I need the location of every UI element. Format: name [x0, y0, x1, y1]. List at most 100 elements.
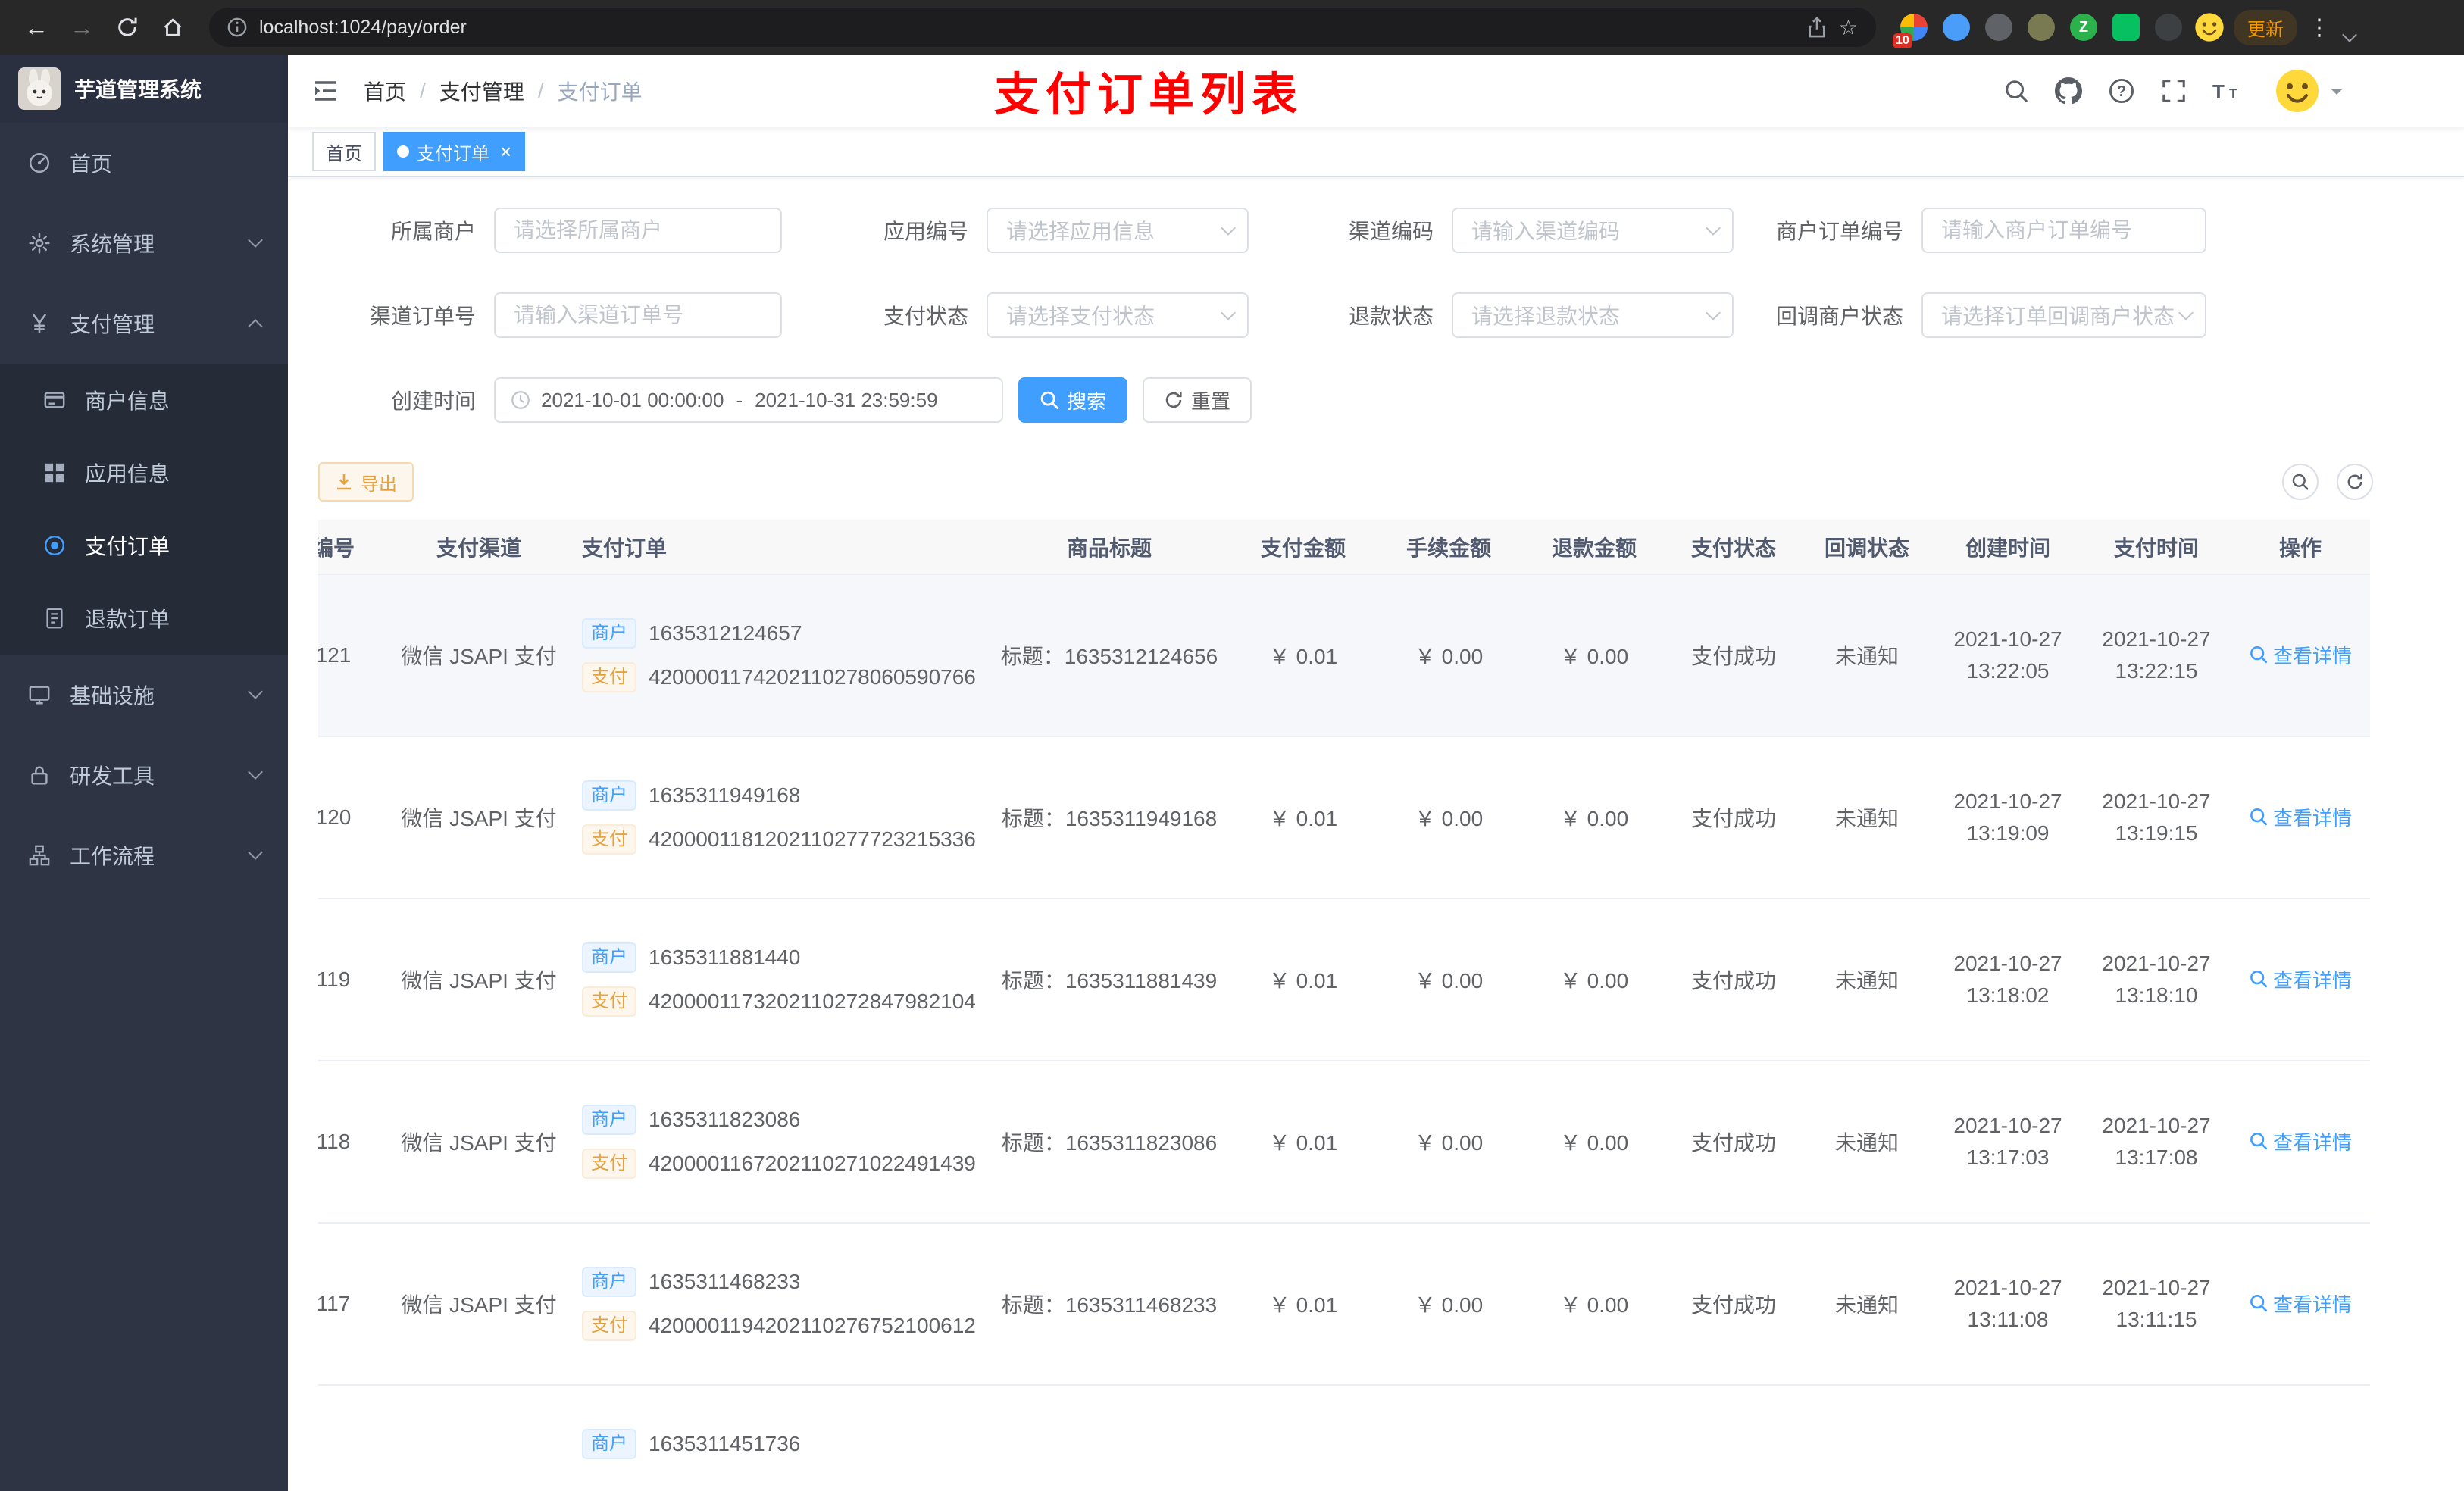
merchant-tag: 商户 [582, 942, 636, 973]
browser-menu-icon[interactable]: ⋮ [2300, 14, 2338, 41]
sidebar-item-merchant-info[interactable]: 商户信息 [0, 364, 288, 436]
column-header: 退款金额 [1521, 520, 1667, 575]
sidebar-item-app-info[interactable]: 应用信息 [0, 436, 288, 509]
chevron-down-icon [1221, 305, 1236, 320]
user-avatar[interactable] [2275, 68, 2343, 114]
browser-profile-avatar[interactable] [2194, 12, 2225, 42]
cell-create-time: 2021-10-27 13:11:08 [1934, 1223, 2082, 1386]
tab-pay-order[interactable]: 支付订单 × [383, 132, 526, 171]
share-icon[interactable] [1807, 17, 1827, 38]
browser-home-icon[interactable] [152, 8, 194, 47]
ext-green-z-icon[interactable]: Z [2070, 14, 2097, 41]
cell-actions: 查看详情 [2231, 899, 2370, 1061]
view-details-link[interactable]: 查看详情 [2249, 803, 2352, 831]
merchant-input[interactable] [494, 208, 782, 253]
toggle-search-button[interactable] [2282, 464, 2319, 500]
browser-back-icon[interactable]: ← [15, 8, 58, 47]
order-number: 4200001173202110272847982104 [649, 989, 976, 1013]
sidebar-item-label: 退款订单 [85, 608, 170, 631]
chevron-down-icon[interactable] [2342, 27, 2357, 42]
ext-olive-icon[interactable] [2028, 14, 2055, 41]
table-row: 119 微信 JSAPI 支付 商户 1635311881440 支付 420000117… [318, 899, 2370, 1061]
help-icon[interactable]: ? [2108, 77, 2135, 105]
merchant-order-no-input[interactable] [1921, 208, 2206, 253]
app-id-select[interactable]: 请选择应用信息 [987, 208, 1249, 253]
orders-table: 编号支付渠道支付订单商品标题支付金额手续金额退款金额支付状态回调状态创建时间支付… [318, 520, 2370, 1491]
refresh-button[interactable] [2337, 464, 2373, 500]
pay-tag: 支付 [582, 824, 636, 855]
ext-chat-icon[interactable] [2112, 14, 2140, 41]
view-details-link[interactable]: 查看详情 [2249, 641, 2352, 669]
sidebar-item-home[interactable]: 首页 [0, 123, 288, 203]
breadcrumb-item[interactable]: 支付管理 [439, 76, 524, 106]
sidebar-item-pay-order[interactable]: 支付订单 [0, 509, 288, 582]
sidebar-item-payment-management[interactable]: 支付管理 [0, 283, 288, 364]
address-bar[interactable]: localhost:1024/pay/order ☆ [209, 8, 1876, 47]
order-number: 1635311468233 [649, 1270, 801, 1293]
search-button[interactable]: 搜索 [1018, 377, 1128, 423]
breadcrumb-item[interactable]: 首页 [364, 76, 406, 106]
app-logo[interactable]: 芋道管理系统 [0, 55, 288, 123]
reset-button[interactable]: 重置 [1143, 377, 1252, 423]
filter-refund-status: 退款状态 请选择退款状态 [1249, 292, 1734, 338]
sidebar-item-workflow[interactable]: 工作流程 [0, 815, 288, 896]
filter-label: 退款状态 [1348, 305, 1434, 328]
tab-label: 支付订单 [417, 143, 489, 164]
view-details-link[interactable]: 查看详情 [2249, 1289, 2352, 1318]
github-icon[interactable] [2055, 77, 2082, 105]
bookmark-star-icon[interactable]: ☆ [1839, 15, 1858, 40]
channel-order-no-input[interactable] [494, 292, 782, 338]
notify-status-select[interactable]: 请选择订单回调商户状态 [1921, 292, 2206, 338]
refund-doc-icon [42, 606, 67, 630]
extensions-grid-icon[interactable]: 10 [1893, 14, 1928, 48]
filter-row-2: 渠道订单号 支付状态 请选择支付状态 退款状态 请选择退款状态 [318, 292, 2373, 338]
cell-fee-amount: ￥ 0.00 [1376, 1223, 1521, 1386]
browser-reload-icon[interactable] [106, 8, 149, 47]
filter-label: 应用编号 [883, 220, 968, 243]
cell-refund-amount: ￥ 0.00 [1521, 1223, 1667, 1386]
ext-dark-icon[interactable] [1985, 14, 2012, 41]
search-icon[interactable] [2003, 78, 2029, 104]
sidebar-item-system-management[interactable]: 系统管理 [0, 203, 288, 283]
refund-status-select[interactable]: 请选择退款状态 [1452, 292, 1734, 338]
cell-id: 118 [318, 1061, 388, 1224]
cell-refund-amount [1521, 1385, 1667, 1491]
browser-forward-icon[interactable]: → [61, 8, 103, 47]
clock-icon [511, 390, 530, 410]
sidebar-item-dev-tools[interactable]: 研发工具 [0, 735, 288, 815]
date-end: 2021-10-31 23:59:59 [755, 388, 938, 411]
sidebar-item-label: 商户信息 [85, 389, 170, 413]
channel-code-select[interactable]: 请输入渠道编码 [1452, 208, 1734, 253]
tab-home[interactable]: 首页 [312, 132, 376, 171]
cell-notify-status: 未通知 [1800, 574, 1934, 737]
url-text[interactable]: localhost:1024/pay/order [259, 17, 1795, 39]
cell-notify-status [1800, 1385, 1934, 1491]
merchant-card-icon [42, 388, 67, 412]
orders-table-wrap: 编号支付渠道支付订单商品标题支付金额手续金额退款金额支付状态回调状态创建时间支付… [318, 520, 2373, 1491]
filter-channel-code: 渠道编码 请输入渠道编码 [1249, 208, 1734, 253]
view-details-link[interactable]: 查看详情 [2249, 1127, 2352, 1155]
ext-blue-icon[interactable] [1943, 14, 1970, 41]
table-row: 120 微信 JSAPI 支付 商户 1635311949168 支付 420000118… [318, 736, 2370, 899]
pay-status-select[interactable]: 请选择支付状态 [987, 292, 1249, 338]
filter-row-1: 所属商户 应用编号 请选择应用信息 渠道编码 请输入渠道编码 [318, 208, 2373, 253]
view-details-link[interactable]: 查看详情 [2249, 965, 2352, 993]
sidebar-item-refund-order[interactable]: 退款订单 [0, 582, 288, 655]
hamburger-icon[interactable] [288, 55, 364, 127]
cell-pay-status: 支付成功 [1667, 1061, 1800, 1224]
merchant-tag: 商户 [582, 618, 636, 649]
browser-chrome: ← → localhost:1024/pay/order ☆ 10 Z 更新 ⋮ [0, 0, 2464, 55]
table-header-row: 编号支付渠道支付订单商品标题支付金额手续金额退款金额支付状态回调状态创建时间支付… [318, 520, 2370, 575]
export-button[interactable]: 导出 [318, 462, 414, 502]
cell-fee-amount: ￥ 0.00 [1376, 899, 1521, 1061]
fullscreen-icon[interactable] [2161, 78, 2187, 104]
chevron-down-icon [1221, 220, 1236, 236]
font-size-icon[interactable]: TT [2212, 79, 2243, 103]
browser-update-button[interactable]: 更新 [2234, 9, 2297, 45]
site-info-icon[interactable] [227, 17, 247, 37]
tab-close-icon[interactable]: × [500, 142, 511, 161]
ext-pin-icon[interactable] [2155, 14, 2182, 41]
filter-label: 渠道订单号 [369, 305, 476, 328]
sidebar-item-infrastructure[interactable]: 基础设施 [0, 655, 288, 735]
create-time-range-picker[interactable]: 2021-10-01 00:00:00 - 2021-10-31 23:59:5… [494, 377, 1003, 423]
